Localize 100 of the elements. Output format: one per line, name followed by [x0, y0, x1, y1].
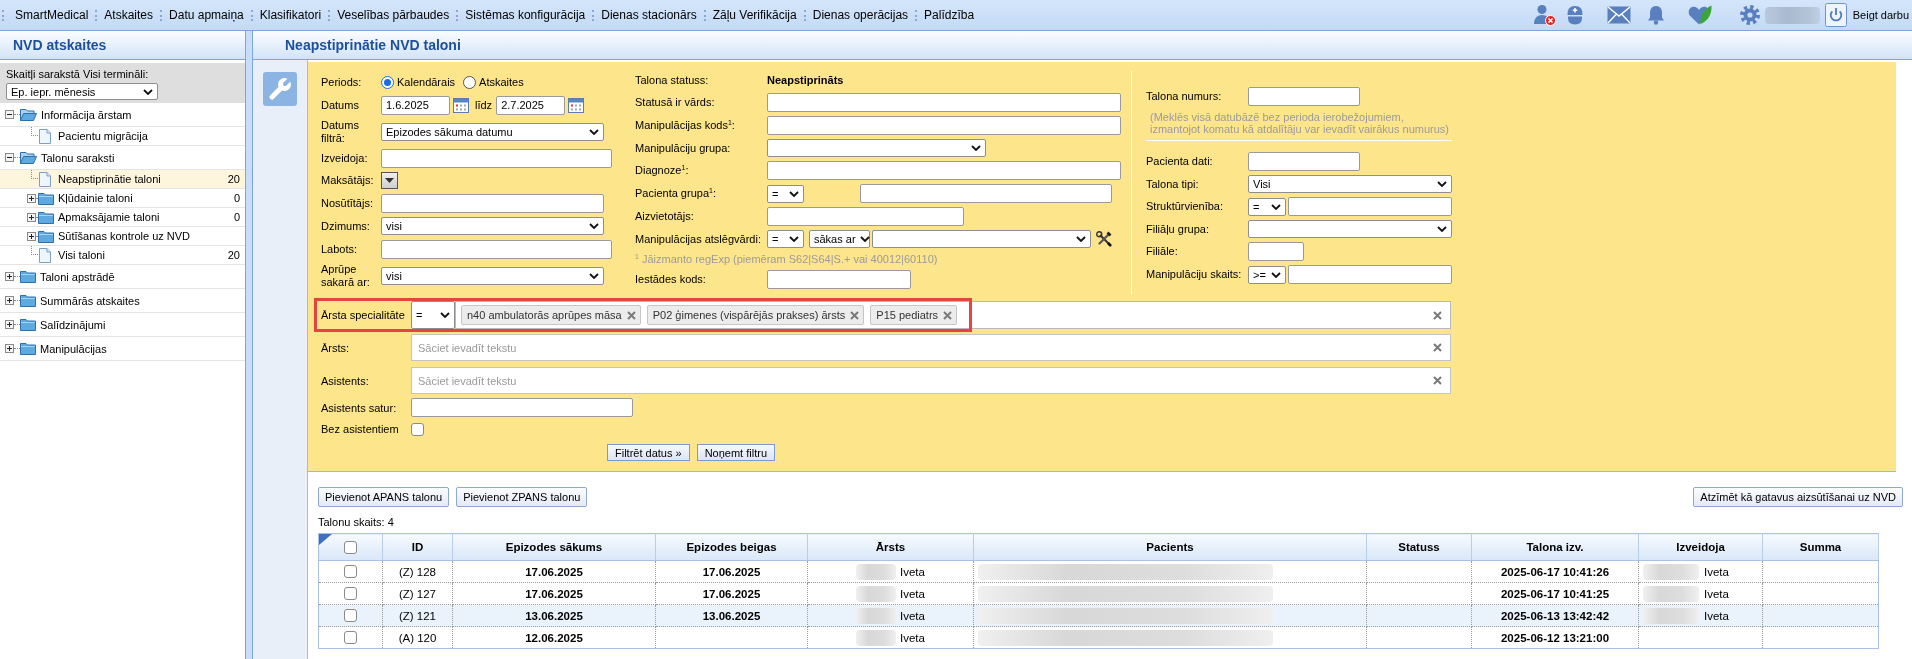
menu-item[interactable]: Klasifikatori [259, 8, 322, 22]
close-icon[interactable] [943, 310, 953, 320]
tree-item[interactable]: Informācija ārstam [0, 103, 245, 127]
text-field[interactable] [767, 270, 911, 289]
tree-item[interactable]: Neapstiprinātie taloni 20 [0, 170, 245, 189]
nurse-icon[interactable] [1565, 5, 1584, 25]
minus-box-icon[interactable] [5, 110, 14, 119]
tag-field[interactable]: n40 ambulatorās aprūpes māsa P02 ģimenes (vispārējās prakses) ārsts P15 pediatrs [455, 301, 1451, 329]
dropdown[interactable]: visi [381, 266, 604, 285]
text-field[interactable] [767, 207, 964, 226]
dropdown[interactable]: Epizodes sākuma datumu [381, 122, 604, 141]
minus-box-icon[interactable] [5, 153, 14, 162]
operator-dropdown[interactable]: = [767, 230, 804, 248]
menu-item[interactable]: Sistēmas konfigurācija [465, 8, 586, 22]
close-icon[interactable] [626, 310, 636, 320]
checkbox[interactable] [344, 587, 357, 601]
menu-item[interactable]: Dienas stacionārs [601, 8, 697, 22]
plus-box-icon[interactable] [5, 320, 14, 329]
apply-filter-button[interactable]: Filtrēt datus » [607, 444, 690, 461]
date-field[interactable]: 1.6.2025 [381, 95, 450, 115]
text-field[interactable] [411, 398, 633, 417]
text-field[interactable] [1288, 197, 1452, 216]
tree-item[interactable]: Salīdzinājumi [0, 313, 245, 337]
dropdown[interactable]: Ep. iepr. mēnesis [6, 83, 158, 100]
menu-item[interactable]: Zāļu Verifikācija [712, 8, 797, 22]
table-row[interactable]: (Z) 127 17.06.2025 17.06.2025 Iveta 2025-06-17 10:41:25 Iveta [318, 582, 1879, 605]
text-field[interactable] [1248, 87, 1360, 106]
radio-label[interactable]: Kalendārais [397, 76, 456, 89]
plus-box-icon[interactable] [27, 193, 36, 203]
dropdown-button[interactable] [381, 172, 398, 190]
close-icon[interactable] [1433, 310, 1442, 320]
reset-filter-button[interactable]: Noņemt filtru [696, 444, 775, 461]
menu-item[interactable]: Dienas operācijas [812, 8, 909, 22]
checkbox[interactable] [344, 631, 357, 645]
operator-dropdown[interactable]: = [1248, 197, 1286, 216]
operator-dropdown[interactable]: = [411, 301, 455, 329]
tree-item[interactable]: Summārās atskaites [0, 289, 245, 313]
menu-item[interactable]: SmartMedical [15, 8, 89, 22]
close-icon[interactable] [1433, 343, 1442, 352]
plus-box-icon[interactable] [27, 212, 36, 222]
wrench-icon[interactable] [263, 72, 297, 106]
checkbox[interactable] [344, 609, 357, 623]
plus-box-icon[interactable] [5, 272, 14, 281]
operator-dropdown[interactable]: >= [1248, 265, 1286, 284]
envelope-icon[interactable] [1606, 6, 1631, 24]
text-field[interactable] [381, 148, 612, 168]
dropdown[interactable]: Visi [1248, 175, 1452, 193]
text-field[interactable] [1288, 265, 1452, 284]
radio-button[interactable] [463, 75, 477, 89]
text-field[interactable] [1248, 152, 1360, 171]
user-cross-icon[interactable] [1533, 4, 1556, 26]
tree-item[interactable]: Apmaksājamie taloni 0 [0, 208, 245, 227]
bell-icon[interactable] [1646, 5, 1665, 25]
text-field[interactable] [381, 194, 604, 213]
mark-ready-button[interactable]: Atzīmēt kā gatavus aizsūtīšanai uz NVD [1693, 487, 1903, 507]
table-row[interactable]: (Z) 128 17.06.2025 17.06.2025 Iveta 2025-06-17 10:41:26 Iveta [318, 560, 1879, 583]
tree-item[interactable]: Taloni apstrādē [0, 265, 245, 289]
splitter-bar[interactable] [246, 31, 253, 659]
add-button[interactable]: Pievienot APANS talonu [318, 487, 450, 507]
menu-item[interactable]: Palīdzība [924, 8, 975, 22]
date-field[interactable]: 2.7.2025 [496, 95, 566, 115]
dropdown[interactable]: visi [381, 217, 604, 236]
dropdown[interactable] [1248, 220, 1452, 238]
checkbox[interactable] [411, 422, 424, 436]
radio-label[interactable]: Atskaites [479, 76, 524, 89]
text-field[interactable] [767, 93, 1121, 112]
table-row[interactable]: (A) 120 12.06.2025 Iveta 2025-06-12 13:21:00 [318, 626, 1879, 649]
text-field[interactable] [767, 116, 1121, 135]
radio-button[interactable] [381, 75, 394, 89]
text-field[interactable] [767, 161, 1121, 180]
tree-item[interactable]: Manipulācijas [0, 337, 245, 361]
calendar-icon[interactable] [453, 97, 469, 113]
plus-box-icon[interactable] [5, 296, 14, 305]
calendar-icon[interactable] [568, 97, 585, 113]
table-row[interactable]: (Z) 121 13.06.2025 13.06.2025 Iveta 2025-06-13 13:42:42 Iveta [318, 604, 1879, 627]
menu-item[interactable]: Veselības pārbaudes [337, 8, 450, 22]
tree-item[interactable]: Pacientu migrācija [0, 127, 245, 146]
plus-box-icon[interactable] [5, 344, 14, 353]
menu-item[interactable]: Datu apmaiņa [169, 8, 244, 22]
plus-box-icon[interactable] [27, 231, 36, 241]
tools-icon[interactable] [1096, 231, 1112, 247]
dropdown[interactable]: sākas ar [809, 230, 870, 248]
tree-item[interactable]: Kļūdainie taloni 0 [0, 189, 245, 208]
logout-button[interactable]: Beigt darbu [1824, 3, 1909, 27]
tree-item[interactable]: Visi taloni 20 [0, 246, 245, 265]
menu-item[interactable]: Atskaites [104, 8, 154, 22]
add-button[interactable]: Pievienot ZPANS talonu [456, 487, 588, 507]
text-field[interactable] [1248, 242, 1304, 261]
dropdown[interactable] [872, 230, 1091, 248]
checkbox[interactable] [344, 540, 357, 554]
text-field[interactable] [860, 184, 1112, 203]
checkbox[interactable] [344, 565, 357, 579]
close-icon[interactable] [1433, 376, 1442, 385]
dropdown[interactable] [767, 139, 986, 157]
close-icon[interactable] [850, 310, 860, 320]
text-field[interactable] [381, 239, 612, 259]
operator-dropdown[interactable]: = [767, 184, 804, 203]
tree-item[interactable]: Sūtīšanas kontrole uz NVD [0, 227, 245, 246]
gear-icon[interactable] [1739, 5, 1760, 25]
heart-leaf-icon[interactable] [1687, 5, 1712, 25]
